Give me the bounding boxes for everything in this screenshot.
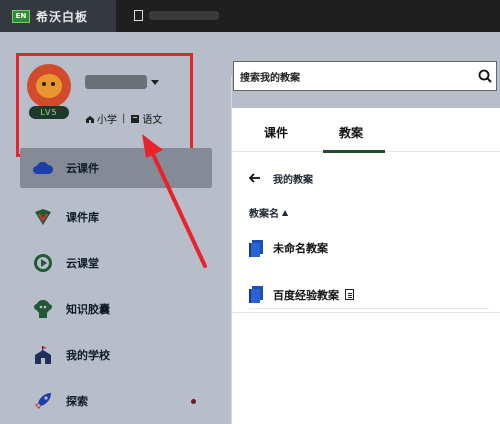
content-tabs: 课件 教案: [231, 112, 500, 153]
active-tab-indicator: [323, 150, 385, 153]
sidebar-item-explore[interactable]: 探索: [20, 378, 212, 424]
lesson-plan-file-icon: [249, 239, 263, 257]
app-tab-title: 希沃白板: [36, 9, 89, 24]
rocket-icon: [32, 390, 54, 412]
sidebar-item-label: 云课件: [66, 162, 99, 175]
title-bar: EN 希沃白板: [0, 0, 500, 32]
breadcrumb: 我的教案: [248, 171, 313, 186]
sidebar-item-cloud-courseware[interactable]: 云课件: [20, 148, 212, 188]
courseware-library-icon: [32, 206, 54, 228]
search-strip: 搜索我的教案: [231, 32, 500, 108]
lion-mascot-icon: [36, 74, 62, 98]
school-building-icon: [86, 115, 94, 123]
document-tab[interactable]: [134, 10, 219, 21]
sidebar-item-label: 云课堂: [66, 257, 99, 270]
profile-card[interactable]: LV5 小学 | 语文: [16, 53, 193, 157]
book-icon: [131, 114, 140, 123]
sidebar-item-knowledge-capsule[interactable]: 知识胶囊: [20, 286, 212, 332]
profile-meta: 小学 | 语文: [85, 111, 162, 126]
notification-dot: [191, 399, 196, 404]
breadcrumb-label: 我的教案: [273, 175, 313, 186]
capsule-icon: [32, 298, 54, 320]
sidebar-item-label: 探索: [66, 395, 88, 408]
blurred-tab-title: [149, 11, 219, 20]
search-placeholder: 搜索我的教案: [240, 72, 300, 84]
file-name: 百度经验教案: [273, 288, 339, 302]
level-badge: LV5: [29, 106, 69, 119]
sidebar-item-label: 我的学校: [66, 349, 110, 362]
play-icon: [32, 252, 54, 274]
lesson-plan-file-icon: [249, 286, 263, 303]
sidebar-item-label: 课件库: [66, 211, 99, 224]
sidebar-item-cloud-classroom[interactable]: 云课堂: [20, 240, 212, 286]
cloud-icon: [32, 157, 54, 179]
sidebar-item-my-school[interactable]: 我的学校: [20, 332, 212, 378]
sidebar-item-courseware-library[interactable]: 课件库: [20, 194, 212, 240]
column-header-name[interactable]: 教案名 ▲: [249, 205, 288, 220]
document-icon: [134, 10, 143, 21]
row-divider: [231, 312, 500, 313]
school-icon: [32, 344, 54, 366]
avatar[interactable]: [27, 64, 71, 108]
search-icon[interactable]: [474, 65, 496, 87]
tab-courseware[interactable]: 课件: [264, 124, 288, 141]
list-item[interactable]: 百度经验教案: [249, 281, 489, 309]
document-attachment-icon: [345, 289, 354, 300]
username-redacted[interactable]: [85, 75, 147, 89]
tab-lesson-plans[interactable]: 教案: [339, 124, 363, 141]
sidebar-nav: 云课件 课件库 云课堂 知识胶囊 我的学校 探索: [20, 148, 212, 424]
subject-label: 语文: [142, 115, 163, 126]
grade-label: 小学: [97, 115, 117, 126]
app-tab-active[interactable]: EN 希沃白板: [0, 0, 116, 32]
back-arrow-icon[interactable]: [248, 172, 263, 186]
chevron-down-icon[interactable]: [151, 80, 159, 85]
panel-divider: [231, 76, 232, 424]
search-input[interactable]: 搜索我的教案: [233, 61, 497, 91]
sidebar: LV5 小学 | 语文 云课件 课件库 云课堂 知识胶囊 我的学校 探索: [0, 32, 231, 424]
file-name: 未命名教案: [273, 242, 328, 255]
app-logo-icon: EN: [12, 9, 30, 23]
sidebar-item-label: 知识胶囊: [66, 303, 110, 316]
sort-icon[interactable]: ▲: [282, 208, 288, 217]
list-item[interactable]: 未命名教案: [249, 234, 489, 262]
main-panel: 搜索我的教案 课件 教案 我的教案 教案名 ▲ 未命名教案 百度经验教案: [231, 32, 500, 424]
